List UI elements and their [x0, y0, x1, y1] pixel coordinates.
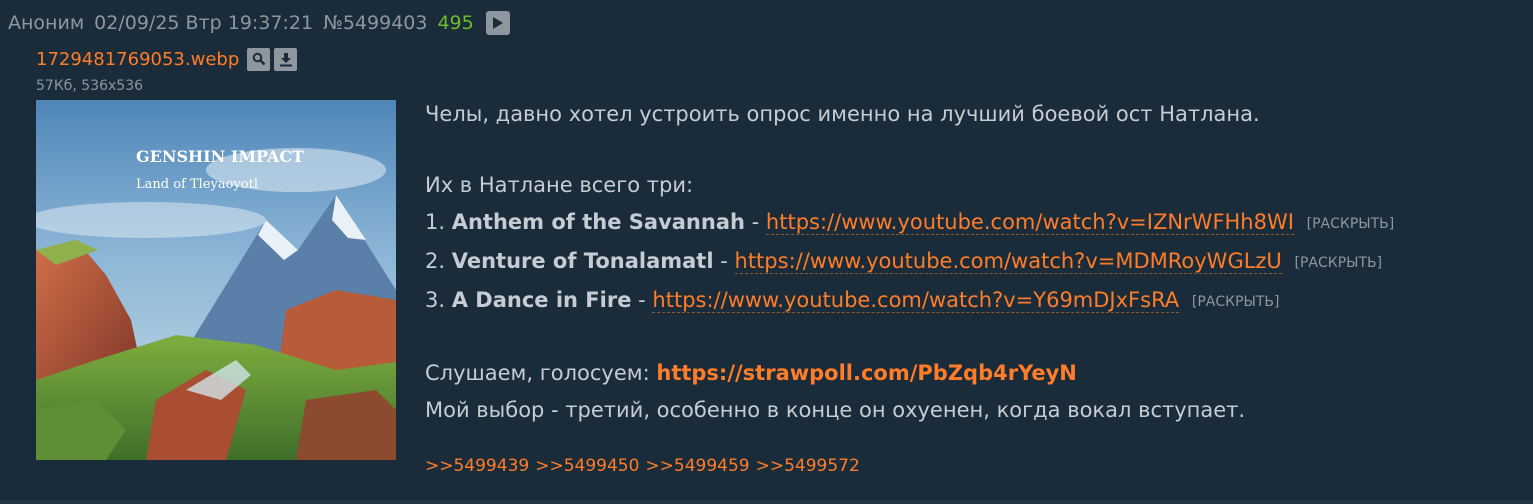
reply-link[interactable]: >>5499439: [425, 456, 529, 476]
youtube-link[interactable]: https://www.youtube.com/watch?v=Y69mDJxF…: [652, 288, 1180, 313]
reply-link[interactable]: >>5499459: [645, 456, 749, 476]
expand-button[interactable]: [РАСКРЫТЬ]: [1192, 294, 1280, 310]
track-title: Anthem of the Savannah: [451, 210, 745, 234]
post-divider: [0, 500, 1533, 504]
youtube-link[interactable]: https://www.youtube.com/watch?v=MDMRoyWG…: [734, 249, 1282, 274]
post-header: Аноним 02/09/25 Втр 19:37:21 №5499403 49…: [8, 10, 520, 36]
reply-link[interactable]: >>5499450: [535, 456, 639, 476]
file-name-link[interactable]: 1729481769053.webp: [36, 49, 239, 70]
track-line: 3. A Dance in Fire - https://www.youtube…: [425, 288, 1280, 313]
track-line: 1. Anthem of the Savannah - https://www.…: [425, 210, 1395, 235]
expand-button[interactable]: [РАСКРЫТЬ]: [1295, 255, 1383, 271]
search-icon: [252, 52, 266, 66]
play-icon: [492, 17, 503, 29]
thumbnail-subtitle: Land of Tleyaoyotl: [136, 177, 258, 192]
download-button[interactable]: [274, 47, 298, 71]
vote-line: Слушаем, голосуем: https://strawpoll.com…: [425, 361, 1077, 385]
track-line: 2. Venture of Tonalamatl - https://www.y…: [425, 249, 1383, 274]
replies-list: >>5499439 >>5499450 >>5499459 >>5499572: [425, 456, 866, 476]
post-thumbnail[interactable]: GENSHIN IMPACT Land of Tleyaoyotl: [36, 100, 396, 460]
post: Аноним 02/09/25 Втр 19:37:21 №5499403 49…: [0, 0, 1533, 500]
post-message: Челы, давно хотел устроить опрос именно …: [425, 96, 1525, 429]
poster-name: Аноним: [8, 12, 85, 34]
reply-link[interactable]: >>5499572: [756, 456, 860, 476]
post-counter: 495: [437, 12, 474, 34]
thumbnail-logo: GENSHIN IMPACT: [136, 147, 304, 166]
play-button[interactable]: [485, 11, 510, 35]
message-line: Мой выбор - третий, особенно в конце он …: [425, 398, 1246, 422]
track-title: A Dance in Fire: [451, 288, 632, 312]
strawpoll-link[interactable]: https://strawpoll.com/PbZqb4rYeyN: [656, 361, 1077, 385]
thumbnail-image: GENSHIN IMPACT Land of Tleyaoyotl: [36, 100, 396, 460]
expand-button[interactable]: [РАСКРЫТЬ]: [1307, 216, 1395, 232]
youtube-link[interactable]: https://www.youtube.com/watch?v=IZNrWFHh…: [765, 210, 1294, 235]
message-line: Челы, давно хотел устроить опрос именно …: [425, 102, 1260, 126]
post-date: 02/09/25 Втр 19:37:21: [94, 12, 314, 34]
file-info: 1729481769053.webp: [36, 46, 299, 72]
post-number[interactable]: №5499403: [323, 12, 427, 34]
message-line: Их в Натлане всего три:: [425, 173, 694, 197]
download-icon: [279, 52, 292, 66]
search-image-button[interactable]: [247, 47, 271, 71]
track-title: Venture of Tonalamatl: [451, 249, 714, 273]
file-meta: 57Кб, 536x536: [36, 78, 144, 94]
